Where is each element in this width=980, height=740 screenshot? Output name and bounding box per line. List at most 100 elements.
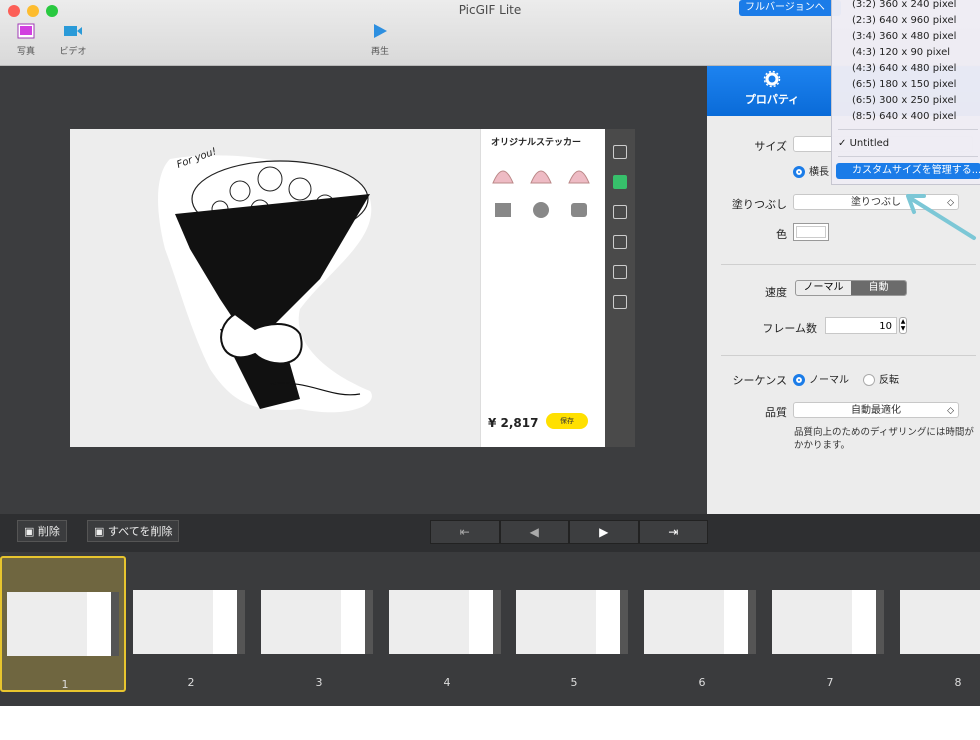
sequence-label: シーケンス (732, 374, 787, 387)
frame-preview: For you! オリジナルステッカー ¥ 2,817 保存 (70, 129, 635, 447)
video-button[interactable]: ビデオ (48, 23, 98, 57)
frames-count-field[interactable]: 10 (825, 317, 897, 334)
frame-strip: 1 2 3 4 5 6 7 8 (0, 552, 980, 706)
frame-thumbnail-image (389, 590, 501, 654)
play-label: 再生 (370, 47, 389, 57)
frame-thumbnail[interactable]: 3 (256, 556, 382, 692)
tab-properties[interactable]: プロパティ (727, 70, 817, 107)
frame-controls-bar: ▣ 削除 ▣ すべてを削除 ⇤ ◀ ▶ ⇥ (0, 514, 980, 552)
size-option[interactable]: (6:5) 300 x 250 pixel (852, 93, 956, 108)
frame-thumbnail[interactable]: 7 (767, 556, 893, 692)
size-option[interactable]: (3:4) 360 x 480 pixel (852, 29, 956, 44)
size-option[interactable]: (4:3) 640 x 480 pixel (852, 61, 956, 76)
frame-navigation: ⇤ ◀ ▶ ⇥ (430, 520, 708, 544)
heart-icon (613, 295, 627, 309)
sequence-normal-radio[interactable]: ノーマル (793, 371, 849, 386)
speed-normal-option[interactable]: ノーマル (796, 281, 851, 295)
right-arrow-icon: ▶ (599, 525, 609, 539)
radio-selected-icon (793, 166, 805, 178)
frame-number: 8 (954, 676, 962, 689)
annotation-arrow-icon (906, 194, 976, 240)
speed-segmented-control[interactable]: ノーマル 自動 (795, 280, 907, 296)
upload-icon (613, 145, 627, 159)
size-option-untitled-label: Untitled (849, 138, 890, 149)
window-bottom-margin (0, 706, 980, 740)
frame-thumbnail-image (772, 590, 884, 654)
quality-note: 品質向上のためのディザリングには時間がかかります。 (794, 427, 974, 451)
frame-number: 1 (61, 678, 69, 691)
radio-selected-icon (793, 374, 805, 386)
size-label: サイズ (754, 140, 787, 153)
size-option[interactable]: (8:5) 640 x 400 pixel (852, 109, 956, 124)
play-icon (374, 24, 387, 38)
delete-all-label: すべてを削除 (107, 525, 173, 538)
delete-all-button[interactable]: ▣ すべてを削除 (87, 520, 180, 542)
text-icon (613, 235, 627, 249)
sticker-price: ¥ 2,817 (488, 416, 539, 430)
properties-tab-label: プロパティ (744, 93, 800, 106)
frame-thumbnail[interactable]: 8 (895, 556, 980, 692)
frame-thumbnail[interactable]: 2 (128, 556, 254, 692)
size-option-untitled[interactable]: ✓ Untitled (838, 136, 889, 151)
speed-auto-option[interactable]: 自動 (851, 281, 906, 295)
orientation-label: 横長 (809, 167, 829, 178)
play-button[interactable]: 再生 (355, 23, 405, 57)
sequence-reverse-label: 反転 (879, 375, 899, 386)
checkmark-icon: ✓ (838, 138, 850, 149)
frames-stepper[interactable]: ▲ ▼ (899, 317, 907, 334)
quality-select-value: 自動最適化 (851, 405, 901, 416)
frame-thumbnail-image (261, 590, 373, 654)
frame-number: 7 (826, 676, 834, 689)
frame-number: 2 (187, 676, 195, 689)
previous-frame-button[interactable]: ◀ (499, 520, 569, 544)
quality-label: 品質 (765, 406, 787, 419)
color-label: 色 (776, 228, 787, 241)
video-label: ビデオ (59, 47, 87, 57)
sequence-normal-label: ノーマル (809, 375, 849, 386)
frame-thumbnail[interactable]: 1 (0, 556, 126, 692)
frame-thumbnail-image (516, 590, 628, 654)
frame-number: 4 (443, 676, 451, 689)
next-frame-button[interactable]: ▶ (569, 520, 639, 544)
frame-thumbnail[interactable]: 5 (511, 556, 637, 692)
size-option[interactable]: (6:5) 180 x 150 pixel (852, 77, 956, 92)
photo-button[interactable]: 写真 (1, 23, 51, 57)
manage-custom-sizes-item[interactable]: カスタムサイズを管理する... (836, 163, 980, 179)
frame-thumbnail[interactable]: 4 (384, 556, 510, 692)
image-icon: ▣ (94, 525, 105, 538)
radio-empty-icon (863, 374, 875, 386)
chevron-updown-icon: ◇ (947, 406, 954, 416)
last-frame-button[interactable]: ⇥ (638, 520, 708, 544)
menu-divider (838, 156, 978, 157)
sequence-reverse-radio[interactable]: 反転 (863, 371, 899, 386)
photo-label: 写真 (16, 47, 35, 57)
frame-number: 5 (570, 676, 578, 689)
sticker-options-icons (492, 170, 590, 218)
tile-icon (613, 205, 627, 219)
orientation-landscape-radio[interactable]: 横長 (793, 163, 829, 178)
photo-icon (17, 23, 35, 39)
sticker-title: オリジナルステッカー (491, 138, 582, 148)
size-option[interactable]: (4:3) 120 x 90 pixel (852, 45, 950, 60)
color-well[interactable] (793, 223, 829, 241)
skip-to-start-icon: ⇤ (459, 525, 470, 539)
frame-number: 6 (698, 676, 706, 689)
full-version-button[interactable]: フルバージョンへ (739, 0, 841, 16)
size-dropdown-menu: (3:2) 360 x 240 pixel (2:3) 640 x 960 pi… (831, 0, 980, 185)
first-frame-button[interactable]: ⇤ (430, 520, 500, 544)
frame-thumbnail-image (644, 590, 756, 654)
cutline-icon (613, 175, 627, 189)
divider (721, 264, 976, 265)
fill-select-value: 塗りつぶし (850, 197, 902, 208)
divider (721, 355, 976, 356)
quality-select[interactable]: 自動最適化 ◇ (793, 402, 959, 418)
size-option[interactable]: (2:3) 640 x 960 pixel (852, 13, 956, 28)
frame-thumbnail[interactable]: 6 (639, 556, 765, 692)
menu-divider (838, 129, 978, 130)
video-icon (64, 26, 82, 36)
fill-label: 塗りつぶし (731, 198, 787, 211)
size-option[interactable]: (3:2) 360 x 240 pixel (852, 0, 956, 12)
delete-button[interactable]: ▣ 削除 (17, 520, 67, 542)
sticker-panel: オリジナルステッカー ¥ 2,817 保存 (480, 129, 606, 447)
gear-icon (763, 70, 781, 88)
